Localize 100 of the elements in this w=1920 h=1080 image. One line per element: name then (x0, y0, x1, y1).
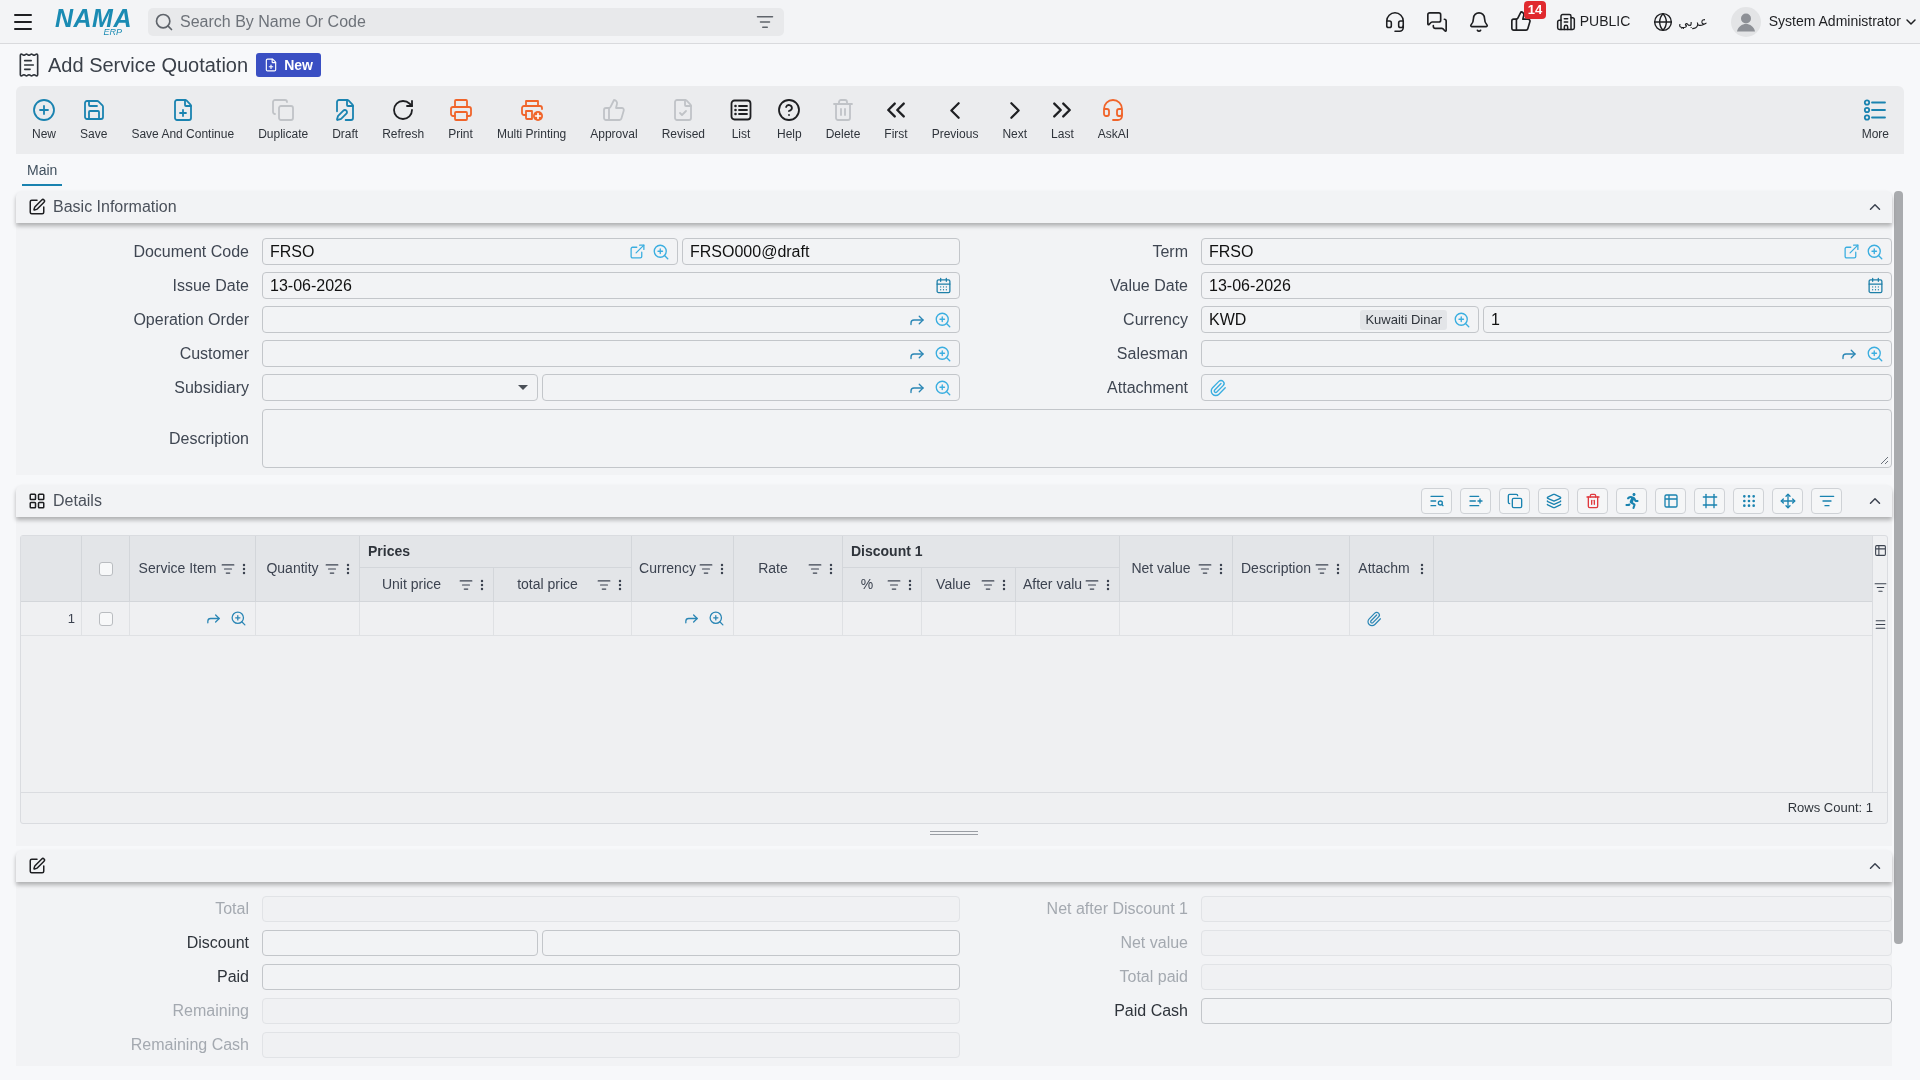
row-checkbox[interactable] (98, 611, 113, 626)
filter-icon[interactable] (699, 561, 713, 576)
toolbar-button[interactable]: Print (436, 86, 485, 154)
zoom-in-icon[interactable] (1453, 310, 1471, 329)
resize-handle-icon[interactable] (930, 831, 978, 835)
filter-icon[interactable] (808, 561, 822, 576)
input-field[interactable] (262, 964, 960, 990)
headset-icon[interactable] (1383, 10, 1406, 33)
toolbar-button[interactable]: First (872, 86, 920, 154)
logo[interactable]: NAMA ERP (50, 6, 132, 37)
table-button[interactable] (1655, 488, 1686, 514)
text-search-button[interactable] (1421, 488, 1452, 514)
input-field[interactable] (1201, 340, 1892, 367)
column-header[interactable]: Net value (1120, 536, 1233, 601)
toolbar-button[interactable]: New (20, 86, 68, 154)
zoom-in-icon[interactable] (934, 378, 952, 397)
filter-icon[interactable] (1873, 581, 1887, 594)
column-header[interactable]: After valu (1016, 568, 1120, 601)
tab[interactable]: Main (22, 156, 63, 186)
column-header[interactable]: Value (922, 568, 1016, 601)
filter-icon[interactable] (221, 561, 235, 576)
external-link-icon[interactable] (1843, 243, 1860, 260)
avatar-icon[interactable] (1730, 6, 1761, 37)
column-header[interactable]: Currency (632, 536, 734, 601)
input-field[interactable] (262, 340, 960, 367)
input-field[interactable]: FRSO (262, 238, 678, 265)
language-label[interactable]: عربي (1678, 11, 1708, 32)
trash-button[interactable] (1577, 488, 1608, 514)
copy-button[interactable] (1499, 488, 1530, 514)
toolbar-button[interactable]: Previous (919, 86, 991, 154)
column-header[interactable]: Quantity (256, 536, 360, 601)
filter-icon[interactable] (1315, 561, 1329, 576)
input-field[interactable] (542, 374, 960, 401)
toolbar-button[interactable]: More (1850, 86, 1900, 154)
building-icon[interactable] (1555, 11, 1576, 32)
input-field[interactable]: FRSO000@draft (682, 238, 960, 265)
zoom-in-icon[interactable] (708, 610, 725, 627)
globe-icon[interactable] (1653, 11, 1674, 32)
select-all-checkbox[interactable] (98, 561, 113, 576)
hashtag-button[interactable] (1694, 488, 1725, 514)
external-link-icon[interactable] (629, 243, 646, 260)
column-header[interactable]: Service Item (130, 536, 256, 601)
input-field[interactable] (1201, 998, 1892, 1024)
move-arrows-button[interactable] (1772, 488, 1803, 514)
toolbar-button[interactable]: Save (68, 86, 120, 154)
input-field[interactable]: 13-06-2026 (262, 272, 960, 299)
branch-name[interactable]: PUBLIC (1579, 11, 1631, 32)
toolbar-button[interactable]: Help (765, 86, 814, 154)
toolbar-button[interactable]: Multi Printing (484, 86, 579, 154)
user-name[interactable]: System Administrator (1768, 11, 1901, 32)
select-field[interactable] (262, 374, 538, 401)
column-header[interactable]: % (843, 568, 922, 601)
menu-icon[interactable] (1873, 618, 1887, 631)
zoom-in-icon[interactable] (230, 610, 247, 627)
input-field[interactable] (1201, 374, 1892, 401)
section-header[interactable]: Details (16, 485, 1892, 517)
input-field[interactable]: 1 (1483, 306, 1892, 333)
toolbar-button[interactable]: Next (990, 86, 1040, 154)
list-plus-button[interactable] (1460, 488, 1491, 514)
filter-icon[interactable] (1198, 561, 1212, 576)
toolbar-button[interactable]: List (717, 86, 765, 154)
calendar-icon[interactable] (1867, 277, 1884, 294)
calendar-icon[interactable] (935, 277, 952, 294)
scrollbar-thumb[interactable] (1894, 191, 1903, 944)
filter-icon[interactable] (1085, 577, 1099, 592)
toolbar-button[interactable]: Save And Continue (119, 86, 247, 154)
toolbar-button[interactable]: Draft (320, 86, 371, 154)
filter-icon[interactable] (981, 577, 995, 592)
input-field[interactable]: 13-06-2026 (1201, 272, 1892, 299)
filter-icon[interactable] (325, 561, 339, 576)
dots-grid-button[interactable] (1733, 488, 1764, 514)
zoom-in-icon[interactable] (934, 310, 952, 329)
search-field[interactable]: Search By Name Or Code (148, 7, 784, 36)
paperclip-icon[interactable] (1366, 610, 1382, 627)
resize-grip-icon[interactable] (1880, 456, 1888, 464)
filter-icon[interactable] (459, 577, 473, 592)
zoom-in-icon[interactable] (1866, 242, 1884, 261)
filter-button[interactable] (1811, 488, 1842, 514)
input-field[interactable] (262, 306, 960, 333)
zoom-in-icon[interactable] (934, 344, 952, 363)
column-header[interactable]: Rate (734, 536, 843, 601)
toolbar-button[interactable]: Refresh (370, 86, 437, 154)
input-field[interactable]: KWD Kuwaiti Dinar (1201, 306, 1479, 333)
zoom-in-icon[interactable] (1866, 344, 1884, 363)
column-header[interactable]: Description (1233, 536, 1350, 601)
caret-down-icon[interactable] (518, 385, 528, 390)
table-icon[interactable] (1873, 544, 1887, 557)
toolbar-button[interactable]: AskAI (1085, 86, 1142, 154)
section-header[interactable]: Basic Information (16, 191, 1892, 223)
column-header[interactable]: Unit price (360, 568, 494, 601)
text-area-field[interactable] (262, 409, 1892, 468)
filter-icon[interactable] (597, 577, 611, 592)
chat-icon[interactable] (1425, 10, 1448, 33)
running-person-button[interactable] (1616, 488, 1647, 514)
bell-icon[interactable] (1467, 10, 1490, 33)
input-field[interactable] (262, 930, 538, 956)
column-header[interactable]: total price (494, 568, 632, 601)
input-field[interactable]: FRSO (1201, 238, 1892, 265)
paperclip-icon[interactable] (1209, 378, 1227, 397)
toolbar-button[interactable]: Last (1039, 86, 1086, 154)
